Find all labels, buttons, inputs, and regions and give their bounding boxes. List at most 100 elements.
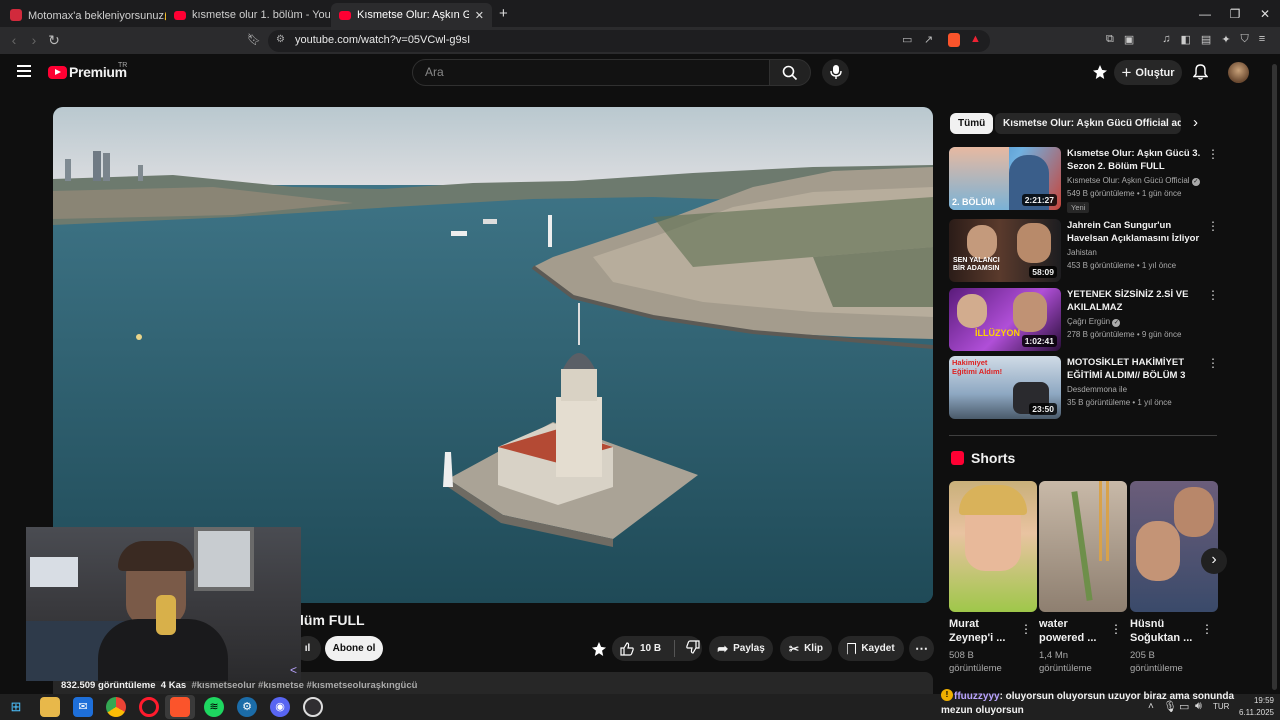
browser-tab[interactable]: kısmetse olur 1. bölüm - YouTube (166, 3, 330, 27)
more-options-icon[interactable]: ⋮ (1207, 147, 1219, 161)
hashtags[interactable]: #kısmetseolur #kısmetse #kısmetseoluraşk… (191, 680, 417, 691)
leo-ai-icon[interactable]: ✦ (1221, 33, 1230, 46)
clip-button[interactable]: ✂ Klip (780, 636, 832, 661)
more-options-icon[interactable]: ⋮ (1207, 288, 1219, 302)
video-thumbnail[interactable]: SEN YALANCI BİR ADAMSIN 58:09 (949, 219, 1061, 282)
mail-icon[interactable]: ✉ (73, 697, 93, 717)
more-options-icon[interactable]: ⋮ (1207, 219, 1219, 233)
file-explorer-icon[interactable] (40, 697, 60, 717)
like-button[interactable]: 10 B (620, 641, 661, 656)
channel-name[interactable]: Jahistan (1067, 248, 1097, 257)
more-options-icon[interactable]: ⋮ (1110, 622, 1122, 636)
cast-icon[interactable]: ▭ (902, 33, 912, 46)
shorts-next-button[interactable]: › (1201, 548, 1227, 574)
short-info[interactable]: water powered ... 1,4 Mn görüntüleme (1039, 617, 1111, 675)
short-info[interactable]: Murat Zeynep'i ... 508 B görüntüleme (949, 617, 1021, 675)
media-icon[interactable]: ♫ (1162, 33, 1170, 46)
obs-icon[interactable] (303, 697, 323, 717)
short-info[interactable]: Hüsnü Soğuktan ... 205 B görüntüleme (1130, 617, 1202, 675)
divider (674, 640, 676, 657)
notifications-icon[interactable] (1192, 64, 1209, 84)
sidebar-icon[interactable]: ◧ (1181, 33, 1191, 46)
short-thumbnail[interactable] (1130, 481, 1218, 612)
spotify-icon[interactable]: ≋ (204, 697, 224, 717)
recommendation-item[interactable]: SEN YALANCI BİR ADAMSIN 58:09 Jahrein Ca… (949, 219, 1219, 282)
search-button[interactable] (769, 59, 811, 86)
channel-name[interactable]: Desdemmona ile (1067, 385, 1127, 394)
view-count: 832.509 görüntüleme (61, 680, 156, 691)
video-title[interactable]: Jahrein Can Sungur'un Havelsan Açıklamas… (1067, 219, 1207, 245)
short-title[interactable]: Murat Zeynep'i ... (949, 617, 1021, 645)
short-views: 1,4 Mn görüntüleme (1039, 650, 1092, 674)
more-options-icon[interactable]: ⋮ (1020, 622, 1032, 636)
subscribe-button[interactable]: Abone ol (325, 636, 383, 661)
brave-rewards-icon[interactable]: ▲ (970, 33, 981, 45)
short-title[interactable]: Hüsnü Soğuktan ... (1130, 617, 1202, 645)
more-horizontal-icon: ⋯ (915, 640, 928, 656)
video-title[interactable]: YETENEK SİZSİNİZ 2.Sİ VE AKILALMAZ SİHİR… (1067, 288, 1207, 315)
youtube-favicon-icon (174, 10, 186, 20)
video-title[interactable]: Kısmetse Olur: Aşkın Gücü 3. Sezon 2. Bö… (1067, 147, 1207, 173)
premium-star-icon[interactable] (592, 642, 606, 656)
channel-name[interactable]: Kısmetse Olur: Aşkın Gücü Official ✓ (1067, 176, 1200, 186)
video-thumbnail[interactable]: 2. BÖLÜM 2:21:27 (949, 147, 1061, 210)
extensions-icon[interactable]: ⧉ (1106, 33, 1114, 46)
vpn-icon[interactable]: ⛉ (1241, 33, 1249, 46)
page-scrollbar[interactable] (1272, 64, 1277, 690)
more-actions-button[interactable]: ⋯ (909, 636, 934, 661)
back-icon[interactable]: ‹ (4, 27, 24, 54)
video-thumbnail[interactable]: İLLÜZYON 1:02:41 (949, 288, 1061, 351)
brave-shields-icon[interactable] (948, 33, 960, 47)
recommendation-item[interactable]: Hakimiyet Eğitimi Aldım! 23:50 MOTOSİKLE… (949, 356, 1219, 419)
minimize-icon[interactable]: — (1190, 3, 1220, 25)
chip-channel[interactable]: Kısmetse Olur: Aşkın Gücü Official adlı … (995, 113, 1181, 134)
share-icon[interactable]: ↗ (924, 33, 933, 46)
discord-icon[interactable]: ◉ (270, 697, 290, 717)
voice-search-button[interactable] (822, 59, 849, 86)
video-duration: 1:02:41 (1021, 335, 1057, 347)
bookmark-icon (847, 642, 857, 655)
brave-icon[interactable] (170, 697, 190, 717)
search-input[interactable]: Ara (412, 59, 770, 86)
youtube-logo-icon[interactable] (48, 66, 67, 79)
short-title[interactable]: water powered ... (1039, 617, 1111, 645)
browser-tab-active[interactable]: Kısmetse Olur: Aşkın Gücü 3. Sez ✕ (331, 3, 492, 27)
shorts-logo-icon (951, 451, 964, 465)
short-thumbnail[interactable] (949, 481, 1037, 612)
video-duration: 2:21:27 (1021, 194, 1057, 206)
more-options-icon[interactable]: ⋮ (1207, 356, 1219, 370)
windows-start-icon[interactable]: ⊞ (6, 697, 26, 717)
chip-all[interactable]: Tümü (950, 113, 994, 134)
recommendation-item[interactable]: İLLÜZYON 1:02:41 YETENEK SİZSİNİZ 2.Sİ V… (949, 288, 1219, 351)
bookmark-icon[interactable]: 🔖︎ (244, 27, 264, 54)
wallet-icon[interactable]: ▤ (1201, 33, 1211, 46)
steam-icon[interactable]: ⚙ (237, 697, 257, 717)
video-title[interactable]: MOTOSİKLET HAKİMİYET EĞİTİMİ ALDIM// BÖL… (1067, 356, 1207, 382)
dislike-button[interactable] (686, 640, 700, 657)
more-options-icon[interactable]: ⋮ (1201, 622, 1213, 636)
verified-icon: ✓ (1112, 319, 1121, 327)
short-thumbnail[interactable] (1039, 481, 1127, 612)
screenshot-icon[interactable]: ▣ (1124, 33, 1134, 46)
guide-menu-icon[interactable] (17, 65, 31, 77)
chevron-right-icon[interactable]: › (1193, 114, 1198, 131)
reload-icon[interactable]: ↻ (44, 27, 64, 54)
save-button[interactable]: Kaydet (838, 636, 904, 661)
forward-icon[interactable]: › (24, 27, 44, 54)
avatar[interactable] (1228, 62, 1249, 83)
channel-name[interactable]: Çağrı Ergün ✓ (1067, 317, 1121, 327)
site-info-icon[interactable]: ⚙ (276, 34, 285, 45)
close-icon[interactable]: ✕ (1250, 3, 1280, 25)
opera-icon[interactable] (139, 697, 159, 717)
restore-icon[interactable]: ❐ (1220, 3, 1250, 25)
close-tab-icon[interactable]: ✕ (475, 9, 484, 22)
create-button[interactable]: + Oluştur (1114, 60, 1182, 85)
video-thumbnail[interactable]: Hakimiyet Eğitimi Aldım! 23:50 (949, 356, 1061, 419)
recommendation-item[interactable]: 2. BÖLÜM 2:21:27 Kısmetse Olur: Aşkın Gü… (949, 147, 1219, 213)
address-bar[interactable]: ⚙ youtube.com/watch?v=05VCwl-g9sI ▭ ↗ ▲ (268, 30, 990, 52)
new-tab-icon[interactable]: + (499, 5, 508, 22)
share-button[interactable]: ➦ Paylaş (709, 636, 773, 661)
chrome-icon[interactable] (106, 697, 126, 717)
browser-tab[interactable]: Motomax'a bekleniyorsunuz🤗 (2, 3, 166, 27)
menu-icon[interactable]: ≡ (1259, 33, 1265, 46)
